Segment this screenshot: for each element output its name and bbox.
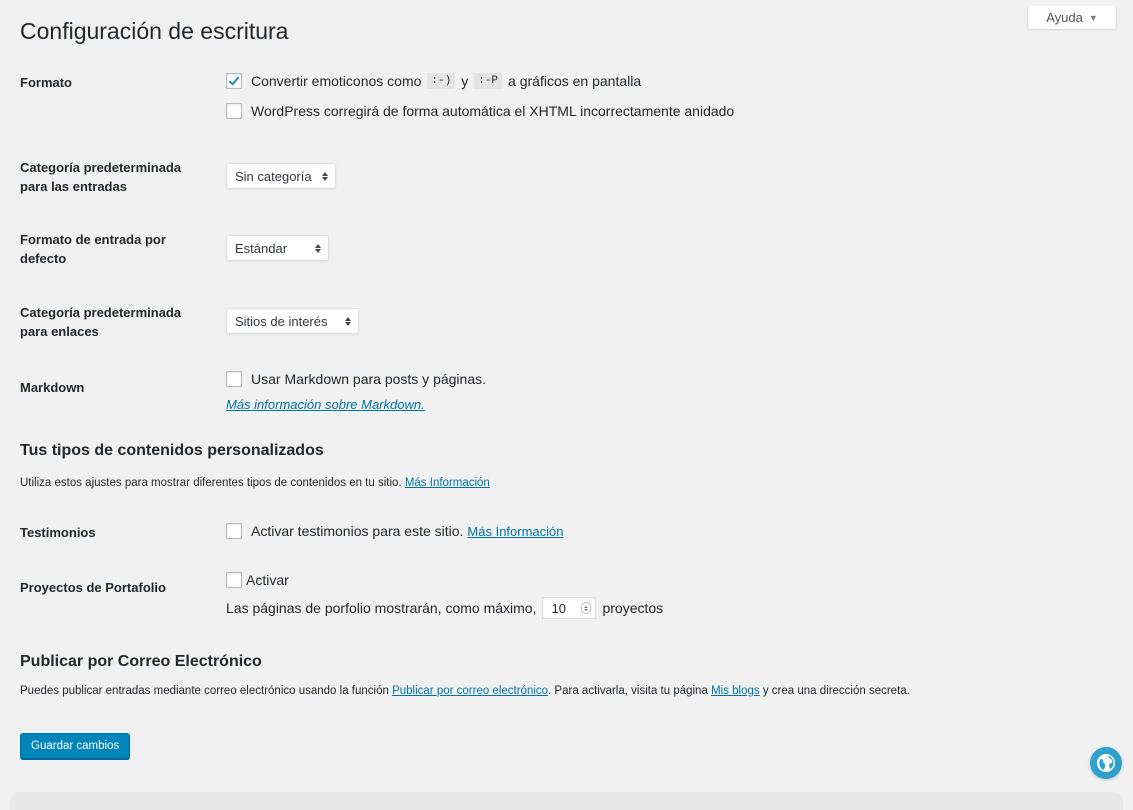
select-arrows-icon: [345, 316, 351, 326]
testimonios-info-link[interactable]: Más Información: [467, 524, 563, 539]
testimonios-checkbox[interactable]: [226, 523, 242, 539]
portfolio-per-page: Las páginas de porfolio mostrarán, como …: [226, 597, 663, 619]
default-post-format-value: Estándar: [235, 240, 288, 256]
triangle-down-icon: ▼: [1088, 12, 1098, 23]
formato-label: Formato: [20, 75, 72, 90]
portfolio-per-page-input[interactable]: 10: [542, 597, 597, 619]
portfolio-per-page-after: proyectos: [602, 600, 664, 616]
email-publish-desc-2: . Para activarla, visita tu página: [548, 685, 708, 697]
email-publish-desc-1: Puedes publicar entradas mediante correo…: [20, 685, 389, 697]
default-post-category-select[interactable]: Sin categoría: [226, 163, 336, 189]
select-arrows-icon: [315, 243, 321, 253]
email-publish-link[interactable]: Publicar por correo electrónico: [392, 685, 548, 697]
emoticons-text-before: Convertir emoticonos como: [251, 73, 422, 89]
testimonios-option: Activar testimonios para este sitio. Más…: [226, 523, 564, 539]
default-post-category-label: Categoría predeterminada para las entrad…: [20, 160, 182, 194]
emoticon-code-smile: :-): [427, 73, 456, 89]
emoticons-and: y: [461, 73, 469, 89]
select-arrows-icon: [322, 171, 328, 181]
footer-bar: [10, 792, 1123, 810]
emoticons-option: Convertir emoticonos como :-) y :-P a gr…: [226, 73, 641, 89]
markdown-info-link[interactable]: Más información sobre Markdown.: [226, 397, 425, 412]
portfolio-activate-text: Activar: [246, 572, 289, 588]
portfolio-per-page-value: 10: [551, 600, 566, 616]
custom-content-info-link[interactable]: Más Información: [405, 477, 490, 489]
default-link-category-select[interactable]: Sitios de interés: [226, 308, 359, 334]
default-post-format-label: Formato de entrada por defecto: [20, 232, 166, 266]
page-title: Configuración de escritura: [20, 18, 289, 44]
checkmark-icon: [228, 76, 240, 86]
testimonios-label: Testimonios: [20, 525, 96, 540]
markdown-label: Markdown: [20, 380, 85, 395]
testimonios-text: Activar testimonios para este sitio.: [251, 523, 464, 539]
email-publish-heading: Publicar por Correo Electrónico: [20, 653, 262, 670]
custom-content-desc-text: Utiliza estos ajustes para mostrar difer…: [20, 477, 402, 489]
emoticons-text-after: a gráficos en pantalla: [508, 73, 642, 89]
custom-content-description: Utiliza estos ajustes para mostrar difer…: [20, 477, 490, 489]
markdown-checkbox[interactable]: [226, 371, 242, 387]
default-post-format-select[interactable]: Estándar: [226, 235, 329, 261]
emoticons-checkbox[interactable]: [226, 73, 242, 89]
email-publish-description: Puedes publicar entradas mediante correo…: [20, 685, 910, 697]
xhtml-checkbox[interactable]: [226, 103, 242, 119]
portfolio-checkbox[interactable]: [226, 572, 242, 588]
portfolio-label: Proyectos de Portafolio: [20, 580, 166, 595]
markdown-text: Usar Markdown para posts y páginas.: [251, 371, 486, 387]
help-tab-button[interactable]: Ayuda ▼: [1027, 6, 1117, 30]
default-link-category-value: Sitios de interés: [235, 313, 328, 329]
emoticon-code-tongue: :-P: [474, 73, 503, 89]
xhtml-option: WordPress corregirá de forma automática …: [226, 103, 734, 119]
my-blogs-link[interactable]: Mis blogs: [711, 685, 760, 697]
markdown-option: Usar Markdown para posts y páginas.: [226, 371, 486, 387]
default-link-category-label: Categoría predeterminada para enlaces: [20, 305, 182, 339]
portfolio-activate-option: Activar: [226, 572, 289, 588]
default-post-category-value: Sin categoría: [235, 168, 312, 184]
spinner-arrows-icon[interactable]: [581, 602, 592, 614]
custom-content-heading: Tus tipos de contenidos personalizados: [20, 442, 324, 459]
globe-icon[interactable]: [1090, 747, 1122, 779]
email-publish-desc-3: y crea una dirección secreta.: [762, 685, 910, 697]
save-changes-button[interactable]: Guardar cambios: [20, 733, 131, 759]
xhtml-text: WordPress corregirá de forma automática …: [251, 103, 735, 119]
help-tab-label: Ayuda: [1046, 10, 1083, 25]
portfolio-per-page-before: Las páginas de porfolio mostrarán, como …: [226, 600, 537, 616]
